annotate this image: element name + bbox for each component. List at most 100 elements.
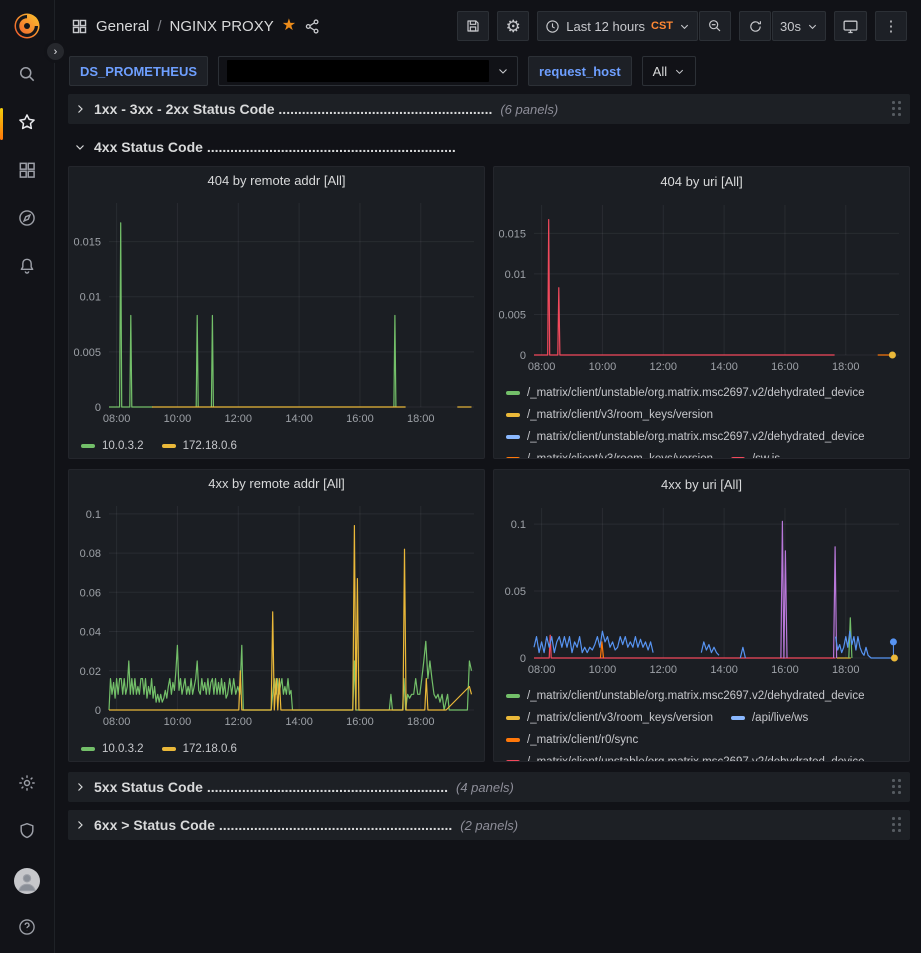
series-color-swatch	[162, 747, 176, 751]
legend-item[interactable]: /_matrix/client/unstable/org.matrix.msc2…	[506, 426, 865, 448]
refresh-interval-select[interactable]: 30s	[772, 11, 826, 41]
zoom-out-time-button[interactable]	[699, 11, 731, 41]
series-color-swatch	[506, 738, 520, 742]
request-host-variable-label[interactable]: request_host	[528, 56, 632, 86]
sidebar-item-starred[interactable]	[0, 100, 54, 148]
row-panel-count: (2 panels)	[460, 818, 518, 833]
svg-text:12:00: 12:00	[650, 664, 678, 676]
row-header-1xx-3xx-2xx[interactable]: 1xx - 3xx - 2xx Status Code ............…	[68, 94, 910, 124]
row-drag-handle[interactable]	[892, 779, 902, 795]
legend-item[interactable]: /api/live/ws	[731, 707, 808, 729]
series-color-swatch	[506, 413, 520, 417]
panel-title[interactable]: 4xx by uri [All]	[494, 470, 909, 498]
timeseries-chart[interactable]: 08:0010:0012:0014:0016:0018:0000.0050.01…	[494, 195, 909, 382]
svg-text:10:00: 10:00	[589, 361, 617, 373]
sidebar-item-search[interactable]	[0, 52, 54, 100]
series-color-swatch	[731, 716, 745, 720]
dashboard-header: General / NGINX PROXY ★ ⚙	[55, 0, 921, 52]
svg-text:0: 0	[95, 705, 101, 717]
chevron-right-icon	[74, 103, 86, 115]
datasource-variable-label[interactable]: DS_PROMETHEUS	[69, 56, 208, 86]
share-icon[interactable]	[304, 18, 321, 35]
timeseries-chart[interactable]: 08:0010:0012:0014:0016:0018:0000.050.1	[494, 498, 909, 685]
legend-label: /_matrix/client/unstable/org.matrix.msc2…	[527, 387, 865, 399]
legend-label: /api/live/ws	[752, 712, 808, 724]
kebab-menu-icon: ⋮	[884, 17, 899, 35]
save-dashboard-button[interactable]	[457, 11, 489, 41]
dashboard-body: 1xx - 3xx - 2xx Status Code ............…	[55, 90, 921, 840]
row-drag-handle[interactable]	[892, 817, 902, 833]
panel-title[interactable]: 404 by remote addr [All]	[69, 167, 484, 193]
legend-item[interactable]: 10.0.3.2	[81, 738, 144, 760]
svg-text:18:00: 18:00	[407, 716, 435, 728]
panel-title[interactable]: 4xx by remote addr [All]	[69, 470, 484, 496]
legend-item[interactable]: /_matrix/client/unstable/org.matrix.msc2…	[506, 382, 865, 404]
legend-label: 172.18.0.6	[183, 440, 237, 452]
svg-text:10:00: 10:00	[164, 716, 192, 728]
datasource-select[interactable]	[218, 56, 518, 86]
dashboard-settings-button[interactable]: ⚙	[497, 11, 529, 41]
series-color-swatch	[506, 760, 520, 761]
legend-label: /_matrix/client/r0/sync	[527, 734, 638, 746]
row-drag-handle[interactable]	[892, 101, 902, 117]
legend-item[interactable]: /_matrix/client/v3/room_keys/version	[506, 448, 713, 458]
legend-item[interactable]: /sw.js	[731, 448, 780, 458]
dashboard-title[interactable]: NGINX PROXY	[170, 18, 274, 35]
legend-item[interactable]: 10.0.3.2	[81, 435, 144, 457]
svg-text:0.1: 0.1	[86, 509, 101, 521]
gear-icon: ⚙	[506, 18, 521, 35]
refresh-button[interactable]	[739, 11, 771, 41]
sidebar-item-alerting[interactable]	[0, 244, 54, 292]
time-range-picker[interactable]: Last 12 hours CST	[537, 11, 698, 41]
series-color-swatch	[731, 457, 745, 458]
cycle-view-mode-button[interactable]	[834, 11, 867, 41]
timeseries-chart[interactable]: 08:0010:0012:0014:0016:0018:0000.020.040…	[69, 496, 484, 737]
row-panel-count: (4 panels)	[456, 780, 514, 795]
legend-label: 10.0.3.2	[102, 440, 144, 452]
sidebar-expand-button[interactable]: ›	[44, 40, 67, 63]
svg-text:14:00: 14:00	[285, 716, 313, 728]
sidebar-item-dashboards[interactable]	[0, 148, 54, 196]
favorite-star-icon[interactable]: ★	[282, 18, 296, 34]
row-header-4xx[interactable]: 4xx Status Code ........................…	[68, 132, 910, 162]
legend-item[interactable]: 172.18.0.6	[162, 435, 237, 457]
svg-text:0.06: 0.06	[80, 588, 101, 600]
breadcrumb-section[interactable]: General	[96, 18, 149, 35]
sidebar-item-profile[interactable]	[0, 857, 54, 905]
row-title: 5xx Status Code ........................…	[94, 779, 448, 795]
svg-text:0.015: 0.015	[498, 228, 526, 240]
legend-item[interactable]: /_matrix/client/v3/room_keys/version	[506, 707, 713, 729]
shield-icon	[17, 821, 37, 846]
svg-text:18:00: 18:00	[832, 664, 860, 676]
more-options-button[interactable]: ⋮	[875, 11, 907, 41]
series-color-swatch	[506, 716, 520, 720]
chevron-down-icon	[74, 141, 86, 153]
series-color-swatch	[81, 444, 95, 448]
legend-item[interactable]: 172.18.0.6	[162, 738, 237, 760]
row-header-6xx[interactable]: 6xx > Status Code ......................…	[68, 810, 910, 840]
sidebar-item-configuration[interactable]	[0, 761, 54, 809]
series-color-swatch	[506, 457, 520, 458]
legend-item[interactable]: /_matrix/client/unstable/org.matrix.msc2…	[506, 751, 865, 761]
sidebar-item-help[interactable]	[0, 905, 54, 953]
panel-row: 404 by remote addr [All] 08:0010:0012:00…	[68, 166, 910, 459]
breadcrumb-separator: /	[157, 18, 161, 35]
request-host-select[interactable]: All	[642, 56, 696, 86]
bell-icon	[17, 256, 37, 281]
timeseries-chart[interactable]: 08:0010:0012:0014:0016:0018:0000.0050.01…	[69, 193, 484, 434]
panel-title[interactable]: 404 by uri [All]	[494, 167, 909, 195]
svg-text:14:00: 14:00	[285, 413, 313, 425]
sidebar-item-admin[interactable]	[0, 809, 54, 857]
legend-item[interactable]: /_matrix/client/unstable/org.matrix.msc2…	[506, 685, 865, 707]
panel-4xx-by-uri: 4xx by uri [All] 08:0010:0012:0014:0016:…	[493, 469, 910, 762]
row-header-5xx[interactable]: 5xx Status Code ........................…	[68, 772, 910, 802]
sidebar-item-explore[interactable]	[0, 196, 54, 244]
panel-legend: /_matrix/client/unstable/org.matrix.msc2…	[494, 685, 909, 761]
legend-item[interactable]: /_matrix/client/r0/sync	[506, 729, 638, 751]
time-range-label: Last 12 hours	[566, 19, 645, 34]
legend-item[interactable]: /_matrix/client/v3/room_keys/version	[506, 404, 713, 426]
svg-text:0.1: 0.1	[511, 519, 526, 531]
svg-text:10:00: 10:00	[589, 664, 617, 676]
svg-text:08:00: 08:00	[528, 361, 556, 373]
dashboard-toolbar: ⚙ Last 12 hours CST	[457, 11, 907, 41]
